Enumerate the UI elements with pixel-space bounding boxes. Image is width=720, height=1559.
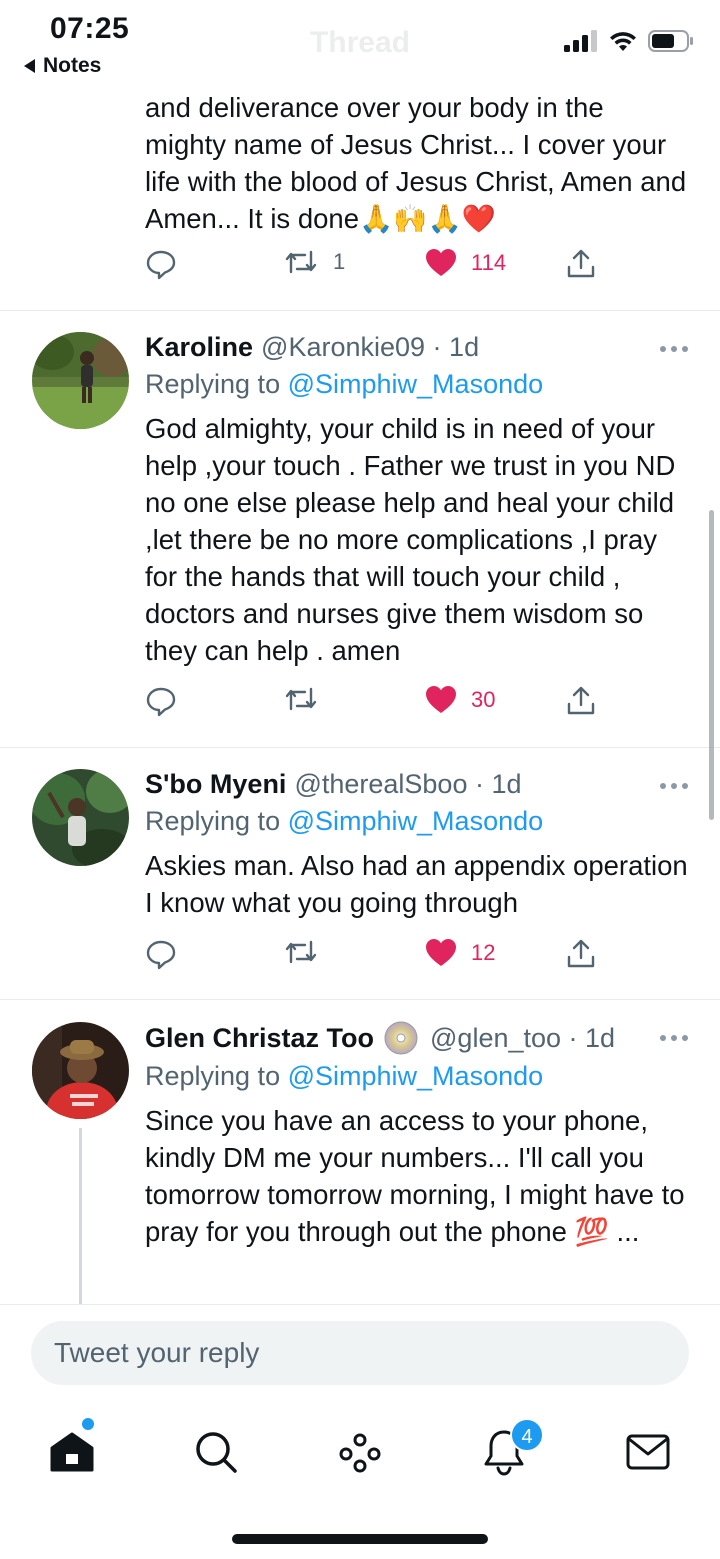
more-options-icon[interactable] xyxy=(660,783,688,789)
like-button[interactable]: 114 xyxy=(425,248,506,278)
tweet-actions: 12 xyxy=(145,938,605,978)
share-icon xyxy=(567,249,595,278)
battery-icon xyxy=(648,30,693,52)
status-bar: Thread 07:25 Notes xyxy=(0,0,720,86)
more-options-icon[interactable] xyxy=(660,346,688,352)
reply-button[interactable] xyxy=(145,938,177,970)
share-icon xyxy=(567,939,595,968)
tab-spaces[interactable] xyxy=(334,1426,386,1478)
tweet-time: 1d xyxy=(491,769,522,799)
tweet-actions: 1 114 xyxy=(145,248,605,288)
tweet-text: Since you have an access to your phone, … xyxy=(145,1105,685,1247)
tweet-text: Askies man. Also had an appendix operati… xyxy=(145,850,688,918)
mention-link[interactable]: @Simphiw_Masondo xyxy=(288,369,544,399)
user-handle[interactable]: @Karonkie09 xyxy=(261,332,425,363)
avatar[interactable] xyxy=(32,332,129,429)
avatar[interactable] xyxy=(32,1022,129,1119)
tweet-header: Glen Christaz Too @glen_too · 1d xyxy=(145,1021,690,1055)
tweet-reply-input[interactable]: Tweet your reply xyxy=(31,1321,689,1385)
tweet-header: Karoline @Karonkie09 · 1d xyxy=(145,332,480,363)
tweet-time: 1d xyxy=(585,1022,616,1053)
display-name[interactable]: Glen Christaz Too xyxy=(145,1023,374,1054)
disc-icon xyxy=(384,1021,418,1055)
retweet-icon xyxy=(285,687,317,711)
retweet-button[interactable] xyxy=(283,685,319,713)
tab-messages[interactable] xyxy=(622,1426,674,1478)
like-count: 114 xyxy=(471,250,507,275)
tweet-actions: 30 xyxy=(145,685,605,725)
reply-button[interactable] xyxy=(145,248,177,280)
like-count: 30 xyxy=(471,687,496,712)
partial-tweet[interactable]: and deliverance over your body in the mi… xyxy=(0,86,720,311)
share-button[interactable] xyxy=(565,938,597,970)
retweet-button[interactable]: 1 xyxy=(283,248,345,276)
status-time: 07:25 xyxy=(50,12,130,45)
share-button[interactable] xyxy=(565,248,597,280)
bottom-tab-bar: 4 xyxy=(0,1404,720,1559)
home-icon xyxy=(50,1432,94,1472)
avatar[interactable] xyxy=(32,769,129,866)
spaces-icon xyxy=(339,1433,381,1473)
heart-filled-icon xyxy=(426,686,456,713)
like-button[interactable]: 12 xyxy=(425,938,495,968)
thread-feed[interactable]: and deliverance over your body in the mi… xyxy=(0,86,720,1304)
tweet-time: 1d xyxy=(449,332,480,362)
notifications-badge: 4 xyxy=(510,1418,544,1452)
like-button[interactable]: 30 xyxy=(425,685,495,715)
tweet-text: God almighty, your child is in need of y… xyxy=(145,413,676,666)
reply-icon xyxy=(146,940,176,970)
like-count: 12 xyxy=(471,940,496,965)
heart-filled-icon xyxy=(426,249,456,276)
tweet-header: S'bo Myeni @therealSboo · 1d xyxy=(145,769,522,800)
tweet-text: and deliverance over your body in the mi… xyxy=(145,92,687,234)
search-icon xyxy=(196,1432,237,1473)
back-to-app-button[interactable]: Notes xyxy=(24,54,101,78)
mention-link[interactable]: @Simphiw_Masondo xyxy=(288,1061,544,1091)
more-options-icon[interactable] xyxy=(660,1035,688,1041)
display-name[interactable]: Karoline xyxy=(145,332,253,363)
reply-button[interactable] xyxy=(145,685,177,717)
reply-tweet[interactable]: Glen Christaz Too @glen_too · 1d Replyin… xyxy=(0,1000,720,1304)
share-button[interactable] xyxy=(565,685,597,717)
home-indicator xyxy=(232,1534,488,1544)
reply-icon xyxy=(146,250,176,280)
reply-composer: Tweet your reply xyxy=(0,1304,720,1404)
tab-home[interactable] xyxy=(46,1426,98,1478)
replying-to: Replying to @Simphiw_Masondo xyxy=(145,1061,544,1091)
back-app-label: Notes xyxy=(43,54,102,77)
user-handle[interactable]: @glen_too xyxy=(430,1023,561,1054)
replying-to: Replying to @Simphiw_Masondo xyxy=(145,369,544,399)
mail-icon xyxy=(626,1434,670,1470)
retweet-count: 1 xyxy=(333,249,346,274)
heart-filled-icon xyxy=(426,939,456,966)
reply-icon xyxy=(146,687,176,717)
retweet-icon xyxy=(285,250,317,274)
reply-tweet[interactable]: Karoline @Karonkie09 · 1d Replying to @S… xyxy=(0,311,720,748)
display-name[interactable]: S'bo Myeni xyxy=(145,769,286,800)
home-unread-dot xyxy=(82,1418,94,1430)
share-icon xyxy=(567,686,595,715)
signal-icon xyxy=(564,30,597,52)
mention-link[interactable]: @Simphiw_Masondo xyxy=(288,806,544,836)
replying-to: Replying to @Simphiw_Masondo xyxy=(145,806,544,836)
status-icons xyxy=(564,30,694,52)
retweet-icon xyxy=(285,940,317,964)
back-arrow-icon xyxy=(24,59,35,73)
reply-tweet[interactable]: S'bo Myeni @therealSboo · 1d Replying to… xyxy=(0,748,720,1000)
wifi-icon xyxy=(610,32,636,51)
scrollbar[interactable] xyxy=(709,510,714,820)
thread-connector xyxy=(79,1128,82,1304)
retweet-button[interactable] xyxy=(283,938,319,966)
tab-search[interactable] xyxy=(190,1426,242,1478)
user-handle[interactable]: @therealSboo xyxy=(294,769,467,800)
